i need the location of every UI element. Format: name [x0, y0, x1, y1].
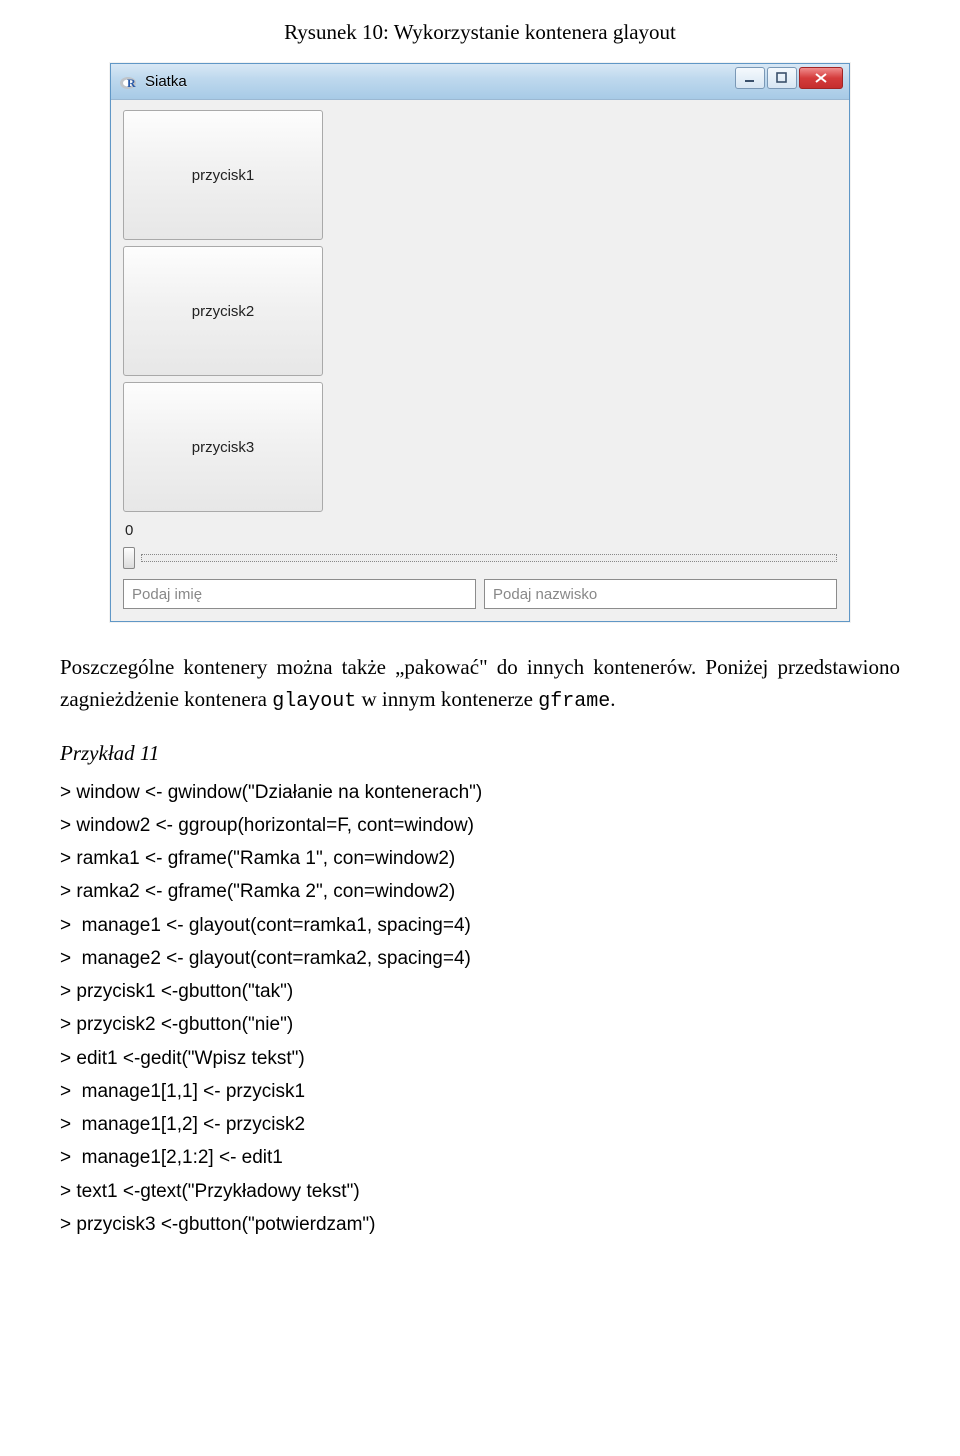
body-paragraph: Poszczególne kontenery można także „pako…: [60, 652, 900, 717]
first-name-input[interactable]: Podaj imię: [123, 579, 476, 609]
input-row: Podaj imię Podaj nazwisko: [123, 579, 837, 609]
przycisk2-button[interactable]: przycisk2: [123, 246, 323, 376]
example-heading: Przykład 11: [60, 741, 900, 766]
last-name-input[interactable]: Podaj nazwisko: [484, 579, 837, 609]
window-body: przycisk1 przycisk2 przycisk3 0 Podaj im…: [111, 100, 849, 621]
slider[interactable]: [123, 547, 837, 569]
close-button[interactable]: [799, 67, 843, 89]
figure-caption: Rysunek 10: Wykorzystanie kontenera glay…: [60, 20, 900, 45]
minimize-button[interactable]: [735, 67, 765, 89]
slider-value-label: 0: [123, 518, 837, 541]
body-text-part2: w innym kontenerze: [356, 687, 538, 711]
app-window: R Siatka przyc: [110, 63, 850, 622]
window-controls: [735, 67, 843, 89]
code-inline-glayout: glayout: [272, 690, 356, 713]
code-block: > window <- gwindow("Działanie na konten…: [60, 776, 900, 1242]
r-app-icon: R: [119, 73, 137, 91]
przycisk1-button[interactable]: przycisk1: [123, 110, 323, 240]
body-text-part3: .: [610, 687, 615, 711]
slider-track: [141, 554, 837, 562]
przycisk3-button[interactable]: przycisk3: [123, 382, 323, 512]
svg-text:R: R: [127, 76, 136, 90]
code-inline-gframe: gframe: [538, 690, 610, 713]
maximize-button[interactable]: [767, 67, 797, 89]
slider-thumb[interactable]: [123, 547, 135, 569]
window-title: Siatka: [145, 73, 187, 90]
button-column: przycisk1 przycisk2 przycisk3: [123, 110, 323, 512]
title-bar: R Siatka: [111, 64, 849, 100]
